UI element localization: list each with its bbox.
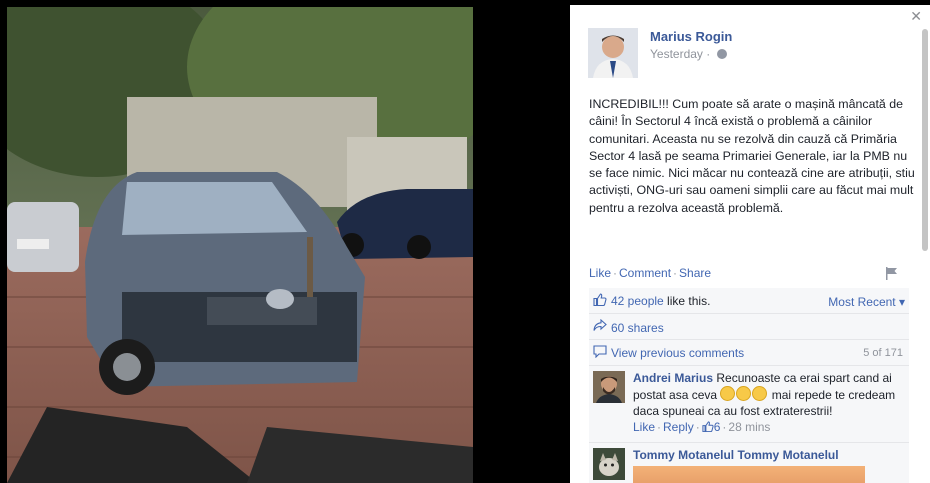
comment-like-link[interactable]: Like	[633, 420, 655, 434]
comment-count: 5 of 171	[863, 347, 903, 359]
commenter-avatar[interactable]	[593, 371, 625, 403]
likes-summary: 42 people like this.	[611, 294, 710, 308]
post-text: INCREDIBIL!!! Cum poate să arate o mașin…	[589, 97, 915, 215]
action-separator: ·	[613, 266, 618, 280]
laughing-emoji-icon	[736, 386, 752, 401]
comment-body: Andrei Marius Recunoaste ca erai spart c…	[633, 370, 903, 419]
comment-item: Tommy Motanelul Tommy Motanelul	[589, 443, 909, 483]
view-previous-row: View previous comments 5 of 171	[589, 340, 909, 366]
like-link[interactable]: Like	[589, 266, 611, 280]
author-name[interactable]: Marius Rogin	[650, 29, 732, 44]
close-icon[interactable]: ✕	[910, 9, 922, 23]
comment-image[interactable]	[633, 466, 865, 483]
likers-link[interactable]: 42 people	[611, 294, 664, 308]
share-arrow-icon	[593, 319, 607, 331]
view-previous-comments-link[interactable]: View previous comments	[611, 346, 744, 360]
sort-dropdown[interactable]: Most Recent ▾	[828, 295, 905, 309]
comment-body: Tommy Motanelul Tommy Motanelul	[633, 447, 903, 463]
post-time[interactable]: Yesterday ·	[650, 47, 727, 61]
post-time-text[interactable]: Yesterday	[650, 47, 703, 61]
comment-reply-link[interactable]: Reply	[663, 420, 694, 434]
globe-icon[interactable]	[716, 49, 727, 59]
comment-author[interactable]: Andrei Marius	[633, 371, 713, 385]
likes-row: 42 people like this. Most Recent ▾	[589, 288, 909, 314]
damaged-car-photo	[7, 7, 473, 483]
shares-row: 60 shares	[589, 314, 909, 340]
photo-viewer	[0, 0, 570, 483]
flag-icon[interactable]	[886, 267, 898, 280]
comment-item: Andrei Marius Recunoaste ca erai spart c…	[589, 366, 909, 443]
action-separator: ·	[673, 266, 678, 280]
thumbs-up-icon	[593, 293, 607, 306]
commenter-photo	[593, 371, 625, 403]
comment-link[interactable]: Comment	[619, 266, 671, 280]
share-link[interactable]: Share	[679, 266, 711, 280]
post-time-separator: ·	[706, 47, 711, 61]
post-panel: ✕ Marius Rogin Yesterday · INCREDIBIL!!!…	[570, 5, 930, 483]
laughing-emoji-icon	[720, 386, 736, 401]
scrollbar[interactable]	[922, 29, 928, 251]
comment-bubble-icon	[593, 345, 607, 358]
laughing-emoji-icon	[752, 386, 768, 401]
comment-meta: Like · Reply · 6 · 28 mins	[633, 420, 770, 434]
thumbs-up-icon	[702, 421, 714, 433]
post-actions: Like · Comment · Share	[589, 266, 711, 280]
author-avatar[interactable]	[588, 28, 638, 78]
comment-time[interactable]: 28 mins	[728, 420, 770, 434]
meta-separator: ·	[695, 420, 700, 434]
shares-link[interactable]: 60 shares	[611, 321, 664, 335]
comment-author[interactable]: Tommy Motanelul Tommy Motanelul	[633, 448, 839, 462]
likes-suffix: like this.	[663, 294, 711, 308]
feedback-section: 42 people like this. Most Recent ▾ 60 sh…	[589, 288, 909, 483]
commenter-avatar[interactable]	[593, 448, 625, 480]
meta-separator: ·	[657, 420, 662, 434]
commenter-photo	[593, 448, 625, 480]
post-photo[interactable]	[7, 7, 473, 483]
profile-photo	[588, 28, 638, 78]
